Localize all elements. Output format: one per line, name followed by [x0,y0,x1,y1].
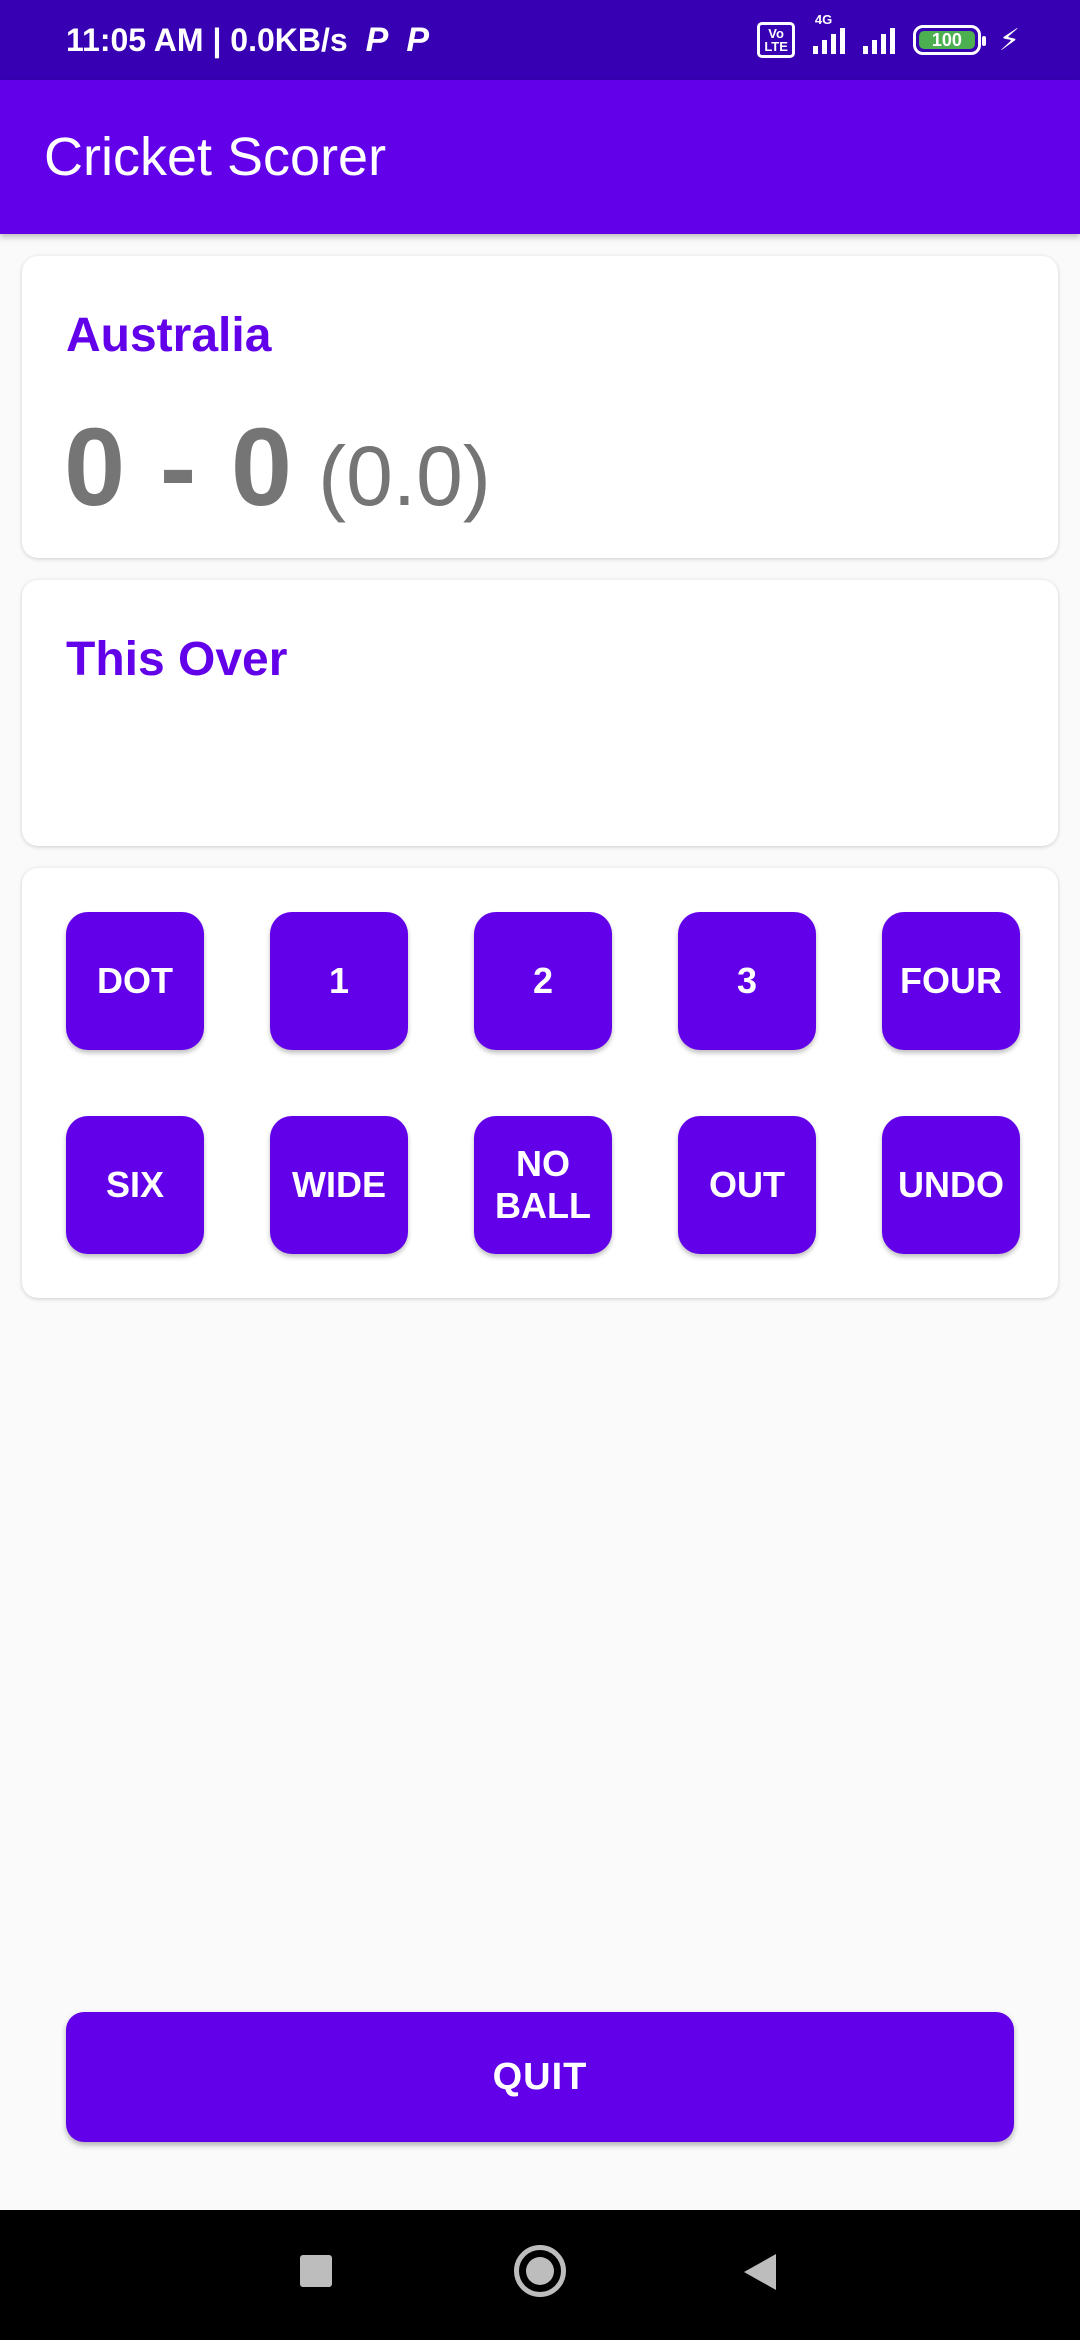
status-time-speed: 11:05 AM | 0.0KB/s [66,21,348,58]
triangle-back-icon[interactable] [742,2252,778,2292]
app-title: Cricket Scorer [44,127,387,187]
square-icon[interactable] [300,2255,332,2287]
this-over-title: This Over [66,633,288,686]
six-button[interactable]: SIX [66,1116,204,1254]
scoring-button-grid: DOT 1 2 3 FOUR SIX WIDE NO BALL OUT UNDO [66,912,1020,1254]
battery-level: 100 [918,30,975,50]
navigation-bar [0,2210,1080,2340]
three-runs-button[interactable]: 3 [678,912,816,1050]
signal-4g-icon: 4G [812,12,845,54]
volte-icon: Vo LTE [757,22,795,58]
status-bar: 11:05 AM | 0.0KB/s P P Vo LTE 4G 100 ⚡ [0,0,1080,80]
this-over-card: This Over [22,580,1058,846]
one-run-button[interactable]: 1 [270,912,408,1050]
parking-app-icon-2: P [406,20,430,59]
network-type-label: 4G [814,12,833,27]
two-runs-button[interactable]: 2 [474,912,612,1050]
battery-icon: 100 [912,25,986,55]
score-overs: (0.0) [318,429,491,523]
app-bar: Cricket Scorer [0,80,1080,234]
out-button[interactable]: OUT [678,1116,816,1254]
status-right: Vo LTE 4G 100 ⚡ [757,12,1020,58]
undo-button[interactable]: UNDO [882,1116,1020,1254]
no-ball-button[interactable]: NO BALL [474,1116,612,1254]
team-name: Australia [66,309,272,362]
dot-button[interactable]: DOT [66,912,204,1050]
scoring-buttons-card: DOT 1 2 3 FOUR SIX WIDE NO BALL OUT UNDO [22,868,1058,1298]
quit-button[interactable]: QUIT [66,2012,1014,2142]
signal-icon [862,26,895,54]
parking-app-icon: P [365,20,389,59]
status-left: 11:05 AM | 0.0KB/s P P [66,21,429,60]
score-runs-wickets: 0 - 0 [64,406,295,529]
circle-icon[interactable] [514,2245,566,2297]
charging-icon: ⚡ [998,23,1020,57]
four-button[interactable]: FOUR [882,912,1020,1050]
wide-button[interactable]: WIDE [270,1116,408,1254]
score-line: 0 - 0 (0.0) [64,404,491,531]
score-card: Australia 0 - 0 (0.0) [22,256,1058,558]
